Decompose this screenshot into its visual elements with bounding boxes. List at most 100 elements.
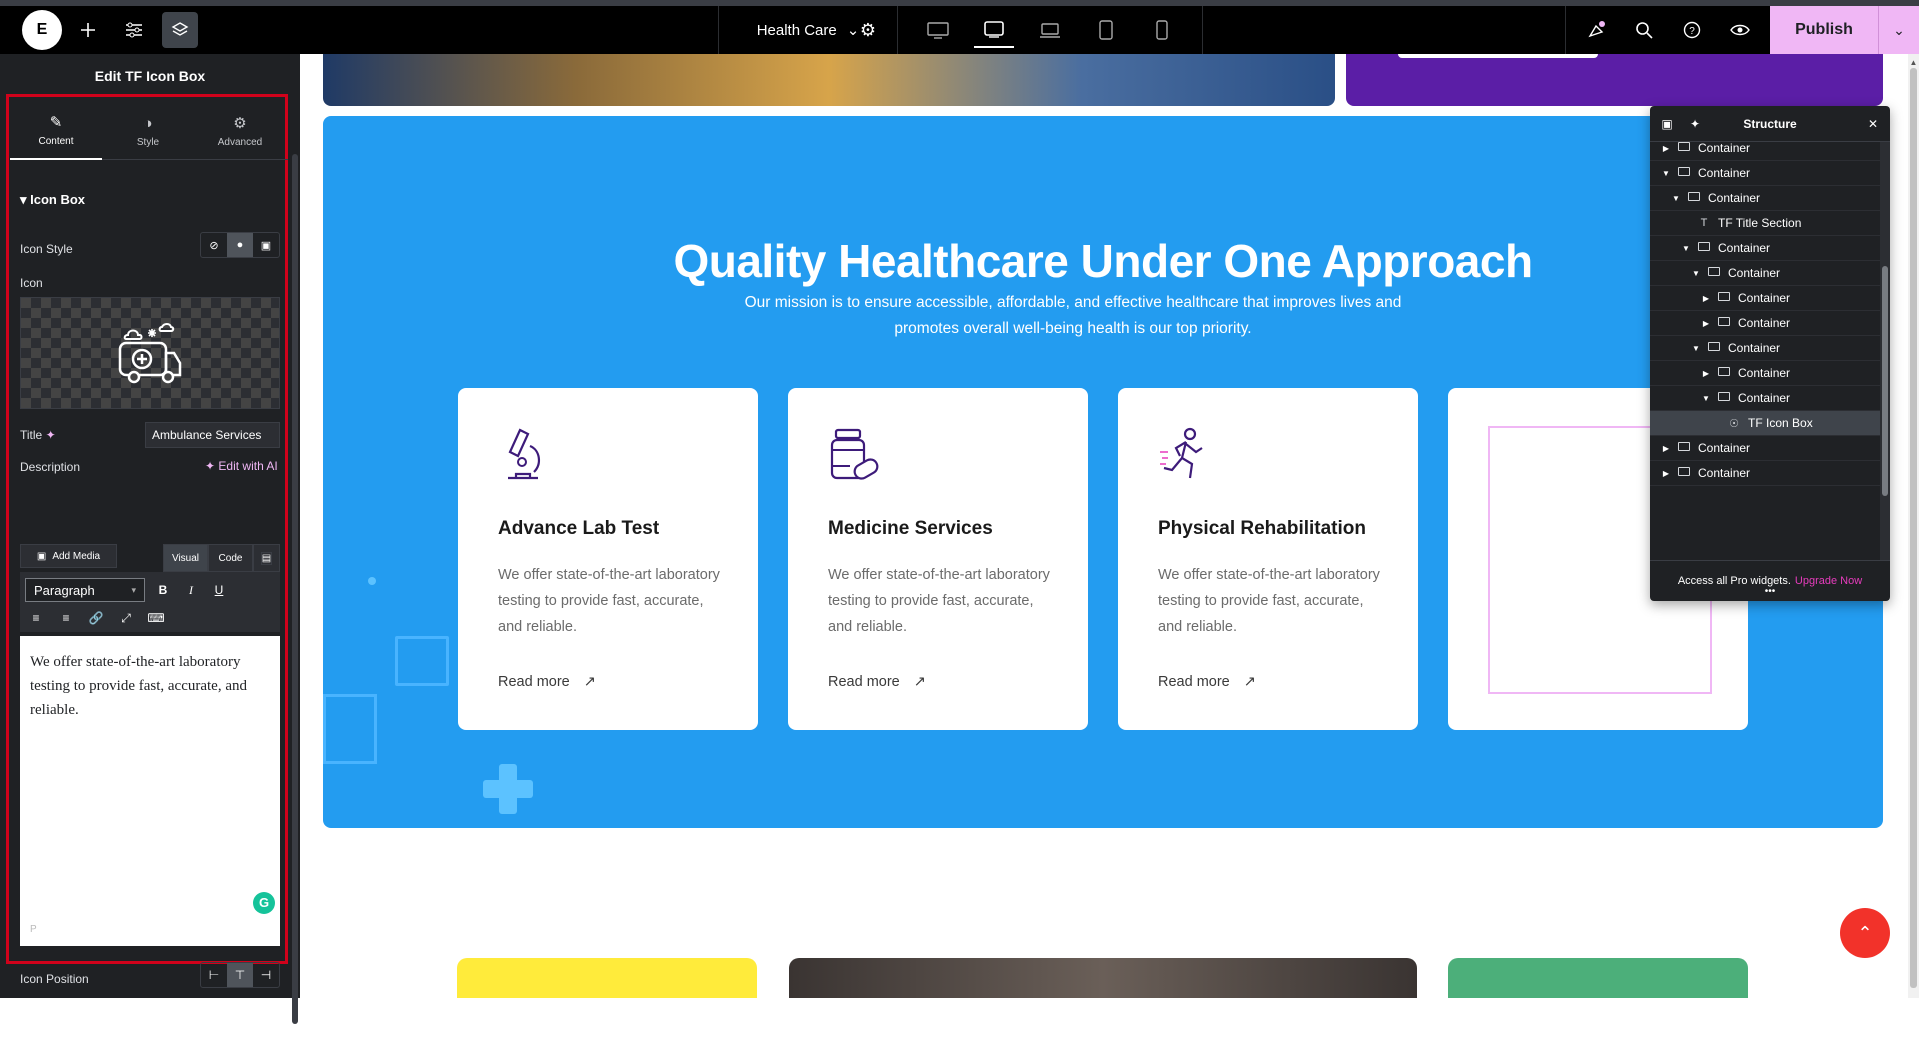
search-button[interactable] [1626,12,1662,48]
preview-button[interactable] [1722,12,1758,48]
caret-down-icon[interactable]: ▼ [1690,269,1702,278]
toolbar-toggle-2-button[interactable]: ⌨ [145,607,167,629]
services-section[interactable]: Quality Healthcare Under One Approach Ou… [323,116,1883,828]
caret-right-icon[interactable]: ▶ [1660,469,1672,478]
canvas-scroll-thumb[interactable] [1910,68,1917,988]
description-label: Description [20,460,81,474]
tree-item[interactable]: ▼ Container [1650,161,1880,186]
container-icon [1706,267,1722,279]
service-card[interactable]: Medicine Services We offer state-of-the-… [788,388,1088,730]
more-dots-icon[interactable]: ••• [1650,586,1890,597]
tree-item[interactable]: ▼ Container [1650,236,1880,261]
read-more-link[interactable]: Read more ↗ [1158,674,1256,690]
tab-content[interactable]: ✎ Content [10,102,102,160]
italic-button[interactable]: I [180,579,202,601]
edit-with-ai-button[interactable]: ✦ Edit with AI [205,459,278,473]
underline-button[interactable]: U [208,579,230,601]
ai-button[interactable]: ✦ [1680,106,1710,142]
tree-item[interactable]: ▶ Container [1650,461,1880,486]
caret-down-icon[interactable]: ▼ [1670,194,1682,203]
caret-down-icon[interactable]: ▼ [1680,244,1692,253]
tab-code[interactable]: Code [208,544,253,572]
close-structure-button[interactable]: ✕ [1858,106,1888,142]
section-header-read-more[interactable]: ▸ Read More [20,1038,91,1052]
bullet-list-button[interactable]: ≡ [25,607,47,629]
service-card[interactable]: Physical Rehabilitation We offer state-o… [1118,388,1418,730]
tree-item[interactable]: ▶ Container [1650,286,1880,311]
tab-style[interactable]: ◑ Style [102,102,194,160]
device-desktop-button[interactable] [918,12,958,48]
tab-visual[interactable]: Visual [163,544,208,572]
caret-right-icon[interactable]: ▶ [1700,319,1712,328]
caret-right-icon[interactable]: ▶ [1700,369,1712,378]
collapse-all-button[interactable]: ▣ [1652,106,1682,142]
tree-item[interactable]: ▼ Container [1650,336,1880,361]
bold-button[interactable]: B [152,579,174,601]
fullscreen-button[interactable]: ⤢ [115,607,137,629]
caret-right-icon[interactable]: ▶ [1700,294,1712,303]
add-element-button[interactable] [70,12,106,48]
tree-item[interactable]: ☉ TF Icon Box [1650,411,1880,436]
device-tablet-portrait-button[interactable] [1086,12,1126,48]
site-settings-button[interactable] [116,12,152,48]
tree-item[interactable]: ▶ Container [1650,311,1880,336]
publish-options-button[interactable]: ⌄ [1878,6,1919,54]
publish-button[interactable]: Publish [1770,6,1878,54]
structure-scroll-thumb[interactable] [1882,266,1888,496]
arrow-up-right-icon: ↗ [1243,674,1256,690]
title-field[interactable] [145,422,280,448]
section-header-icon-box[interactable]: ▾ Icon Box [20,192,85,208]
numbered-list-button[interactable]: ≡ [55,607,77,629]
device-tablet-landscape-button[interactable] [974,12,1014,48]
notifications-button[interactable] [1578,12,1614,48]
read-more-link[interactable]: Read more ↗ [498,674,596,690]
tab-label: Content [38,136,74,147]
elementor-logo-button[interactable]: E [22,10,62,50]
tree-item[interactable]: ▼ Container [1650,186,1880,211]
caret-down-icon[interactable]: ▼ [1660,169,1672,178]
help-button[interactable]: ? [1674,12,1710,48]
device-laptop-button[interactable] [1030,12,1070,48]
none-option[interactable]: ⊘ [201,233,227,257]
device-mobile-button[interactable] [1142,12,1182,48]
tree-item[interactable]: ▶ Container [1650,142,1880,161]
tree-item[interactable]: ▶ Container [1650,436,1880,461]
tree-item[interactable]: ▼ Container [1650,261,1880,286]
image-option[interactable]: ▣ [253,233,279,257]
caret-down-icon[interactable]: ▼ [1700,394,1712,403]
description-editor[interactable]: We offer state-of-the-art laboratory tes… [20,636,280,946]
expand-icon: ⤢ [121,610,131,625]
scroll-up-arrow-icon[interactable]: ▲ [1908,58,1919,67]
position-right-option[interactable]: ⊣ [253,963,279,987]
caret-right-icon[interactable]: ▶ [1660,444,1672,453]
tree-item-label: TF Icon Box [1748,416,1813,430]
add-media-button[interactable]: ▣ Add Media [20,544,117,568]
caret-right-icon[interactable]: ▶ [1660,144,1672,153]
tab-advanced[interactable]: ⚙ Advanced [194,102,286,160]
hero-button[interactable] [1398,54,1598,58]
sparkle-icon[interactable]: ✦ [46,428,56,442]
page-settings-button[interactable]: ⚙ [850,12,886,48]
ambulance-icon [118,323,182,384]
tree-item-label: Container [1738,291,1791,305]
caret-down-icon[interactable]: ▼ [1690,344,1702,353]
tree-item[interactable]: T TF Title Section [1650,211,1880,236]
plus-icon [81,23,95,37]
position-left-option[interactable]: ⊢ [201,963,227,987]
read-more-link[interactable]: Read more ↗ [828,674,926,690]
tree-item[interactable]: ▼ Container [1650,386,1880,411]
format-select[interactable]: Paragraph ▾ [25,578,145,602]
tree-item[interactable]: ▶ Container [1650,361,1880,386]
pill-bottle-icon [830,428,879,480]
structure-tree: ▶ Container ▼ Container ▼ Container T TF Title … [1650,142,1880,560]
panel-scrollbar[interactable] [292,154,298,1024]
scroll-to-top-button[interactable]: ⌃ [1840,908,1890,958]
icon-option[interactable]: ● [227,233,253,257]
toolbar-toggle-button[interactable]: ▤ [253,544,280,572]
service-card[interactable]: Advance Lab Test We offer state-of-the-a… [458,388,758,730]
structure-toggle-button[interactable] [162,12,198,48]
icon-picker-preview[interactable] [20,297,280,409]
grammarly-icon[interactable]: G [253,892,275,914]
position-top-option[interactable]: ⊤ [227,963,253,987]
link-button[interactable]: 🔗 [85,607,107,629]
